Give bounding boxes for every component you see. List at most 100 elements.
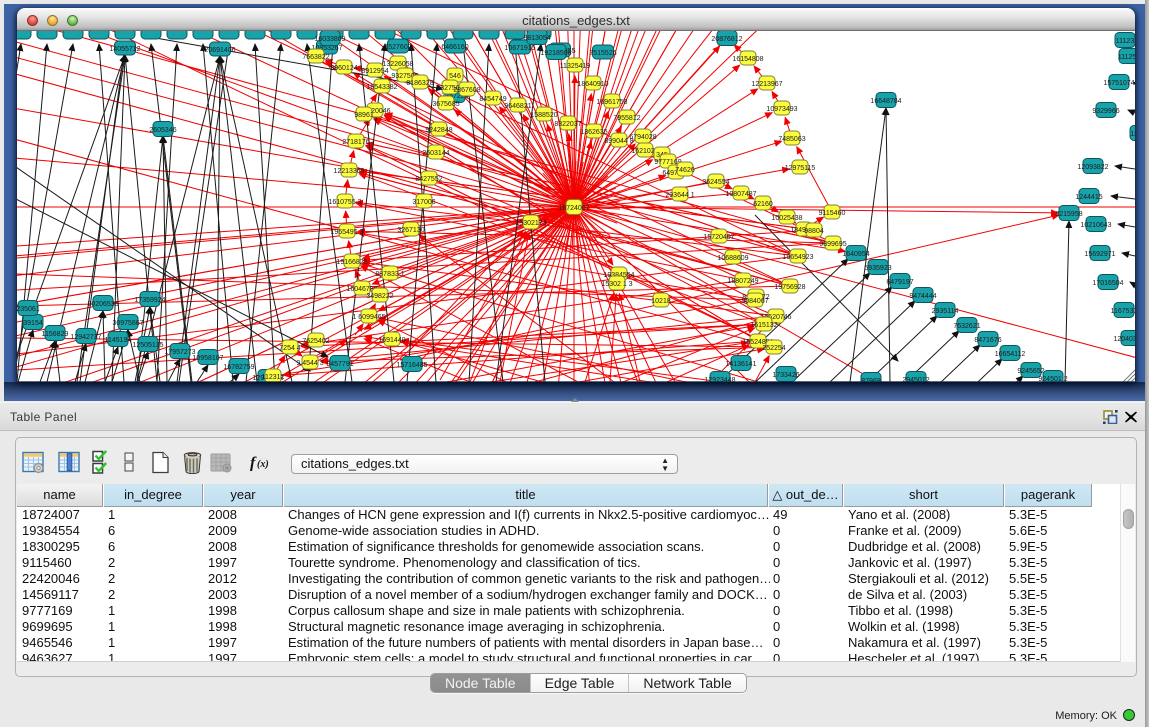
svg-text:7625402: 7625402 — [302, 338, 329, 345]
svg-text:17016504: 17016504 — [1092, 280, 1123, 287]
svg-text:(x): (x) — [257, 459, 269, 470]
svg-text:1691440: 1691440 — [378, 337, 405, 344]
svg-text:9474444: 9474444 — [909, 293, 936, 300]
svg-text:8427552: 8427552 — [415, 176, 442, 183]
svg-text:7632621: 7632621 — [953, 323, 980, 330]
svg-text:19166825: 19166825 — [336, 259, 367, 266]
svg-text:10218: 10218 — [651, 298, 671, 305]
svg-text:6479197: 6479197 — [886, 279, 913, 286]
svg-text:317006: 317006 — [412, 199, 435, 206]
svg-text:15302173: 15302173 — [515, 220, 546, 227]
svg-text:16648784: 16648784 — [870, 98, 901, 105]
svg-text:7955812: 7955812 — [613, 115, 640, 122]
svg-text:14055712: 14055712 — [109, 46, 140, 53]
svg-text:10025438: 10025438 — [771, 215, 802, 222]
svg-text:3675685: 3675685 — [432, 101, 459, 108]
svg-text:2867608: 2867608 — [453, 87, 480, 94]
svg-text:1640954: 1640954 — [842, 251, 869, 258]
svg-text:9329966: 9329966 — [1092, 108, 1119, 115]
svg-text:1 6099465: 1 6099465 — [352, 314, 385, 321]
svg-text:15716485: 15716485 — [396, 362, 427, 369]
svg-text:546: 546 — [449, 73, 461, 80]
svg-text:13226058: 13226058 — [382, 61, 413, 68]
svg-text:11123: 11123 — [1116, 38, 1135, 45]
svg-text:5935923: 5935923 — [864, 265, 891, 272]
svg-text:16961758: 16961758 — [596, 99, 627, 106]
svg-text:10671915: 10671915 — [504, 45, 535, 52]
svg-text:16154808: 16154808 — [732, 56, 763, 63]
svg-text:16033809: 16033809 — [314, 36, 345, 43]
svg-text:293644 1: 293644 1 — [665, 192, 694, 199]
svg-text:98961: 98961 — [354, 112, 374, 119]
svg-text:17957273: 17957273 — [164, 349, 195, 356]
svg-text:30975867: 30975867 — [112, 320, 143, 327]
svg-text:15692971: 15692971 — [1084, 251, 1115, 258]
svg-text:8186328: 8186328 — [406, 80, 433, 87]
svg-text:1527602: 1527602 — [384, 44, 411, 51]
svg-text:9084067: 9084067 — [741, 298, 768, 305]
svg-text:10973493: 10973493 — [766, 106, 797, 113]
svg-text:120403514: 120403514 — [1113, 336, 1135, 343]
svg-text:6466160: 6466160 — [441, 44, 468, 51]
svg-text:7485063: 7485063 — [778, 136, 805, 143]
svg-text:11325419: 11325419 — [560, 63, 591, 70]
svg-text:2603144: 2603144 — [422, 150, 449, 157]
svg-text:10688609: 10688609 — [717, 255, 748, 262]
svg-text:7254 4: 7254 4 — [279, 345, 301, 352]
svg-text:1167533: 1167533 — [1111, 308, 1135, 315]
svg-text:19654923: 19654923 — [782, 254, 813, 261]
svg-text:15751074: 15751074 — [1103, 80, 1134, 87]
svg-text:f: f — [250, 455, 257, 472]
svg-text:15720407: 15720407 — [703, 234, 734, 241]
svg-text:1145194: 1145194 — [105, 337, 132, 344]
svg-text:12975115: 12975115 — [785, 165, 816, 172]
svg-text:1244415: 1244415 — [1075, 194, 1102, 201]
svg-text:18640910: 18640910 — [577, 81, 608, 88]
svg-text:20206536: 20206536 — [87, 301, 118, 308]
svg-text:12942737: 12942737 — [70, 334, 101, 341]
svg-text:15302 1 3: 15302 1 3 — [601, 281, 632, 288]
svg-text:16782759: 16782759 — [223, 364, 254, 371]
svg-text:8322037: 8322037 — [554, 121, 581, 128]
svg-text:8960124: 8960124 — [330, 65, 357, 72]
svg-text:111254: 111254 — [1118, 54, 1135, 61]
svg-text:2605346: 2605346 — [149, 127, 176, 134]
svg-text:2935114: 2935114 — [932, 308, 959, 315]
svg-text:16543382: 16543382 — [366, 84, 397, 91]
svg-text:12093822: 12093822 — [1077, 164, 1108, 171]
svg-text:252254: 252254 — [762, 345, 785, 352]
svg-text:6794028: 6794028 — [629, 134, 656, 141]
svg-text:7663822: 7663822 — [302, 54, 329, 61]
svg-text:9457791: 9457791 — [326, 361, 353, 368]
svg-text:8912954: 8912954 — [361, 68, 388, 75]
svg-text:9242848: 9242848 — [425, 127, 452, 134]
svg-text:39154: 39154 — [23, 320, 43, 327]
svg-text:9646821: 9646821 — [504, 103, 531, 110]
svg-text:887833 1: 887833 1 — [375, 271, 404, 278]
svg-text:74626: 74626 — [675, 167, 695, 174]
svg-text:19756928: 19756928 — [774, 284, 805, 291]
svg-text:2718176: 2718176 — [342, 139, 369, 146]
svg-text:9245652: 9245652 — [1017, 368, 1044, 375]
svg-text:62160: 62160 — [753, 201, 773, 208]
svg-text:10958107: 10958107 — [192, 355, 223, 362]
svg-text:8215958: 8215958 — [1055, 211, 1082, 218]
svg-text:9899695: 9899695 — [819, 241, 846, 248]
svg-text:1733426: 1733426 — [772, 372, 799, 379]
svg-text:8471676: 8471676 — [974, 337, 1001, 344]
svg-text:1965495 3: 1965495 3 — [330, 229, 363, 236]
svg-text:14136141: 14136141 — [725, 361, 756, 368]
svg-text:1615132: 1615132 — [750, 322, 777, 329]
svg-text:3498222: 3498222 — [366, 293, 393, 300]
svg-text:12213967: 12213967 — [751, 81, 782, 88]
svg-text:235061: 235061 — [17, 306, 40, 313]
svg-text:3624554: 3624554 — [702, 179, 729, 186]
svg-text:18724007: 18724007 — [558, 205, 589, 212]
svg-text:8813054: 8813054 — [523, 35, 550, 42]
svg-text:20876812: 20876812 — [711, 36, 742, 43]
svg-text:10654112: 10654112 — [995, 351, 1026, 358]
svg-text:12213369: 12213369 — [333, 168, 364, 175]
svg-text:112312: 112312 — [262, 374, 285, 381]
svg-text:9 4544 3: 9 4544 3 — [296, 360, 323, 367]
svg-text:20691406: 20691406 — [204, 47, 235, 54]
